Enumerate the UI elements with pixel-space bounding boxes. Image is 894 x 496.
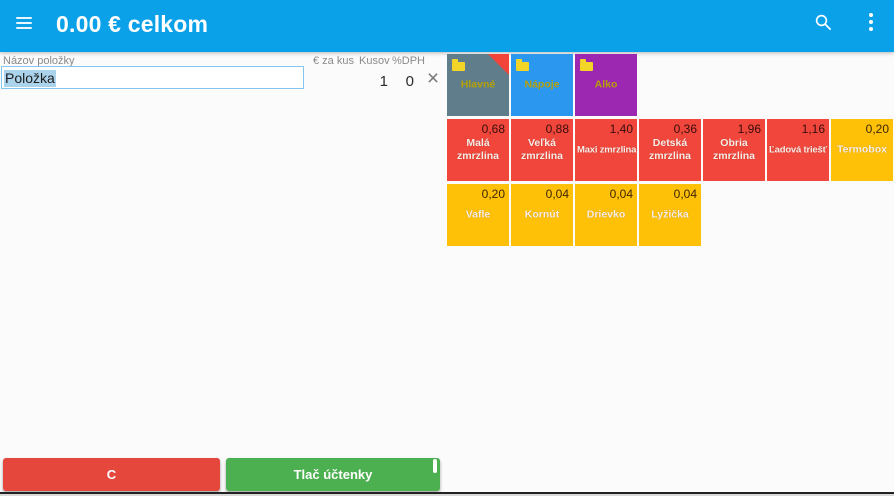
tile-label: Lyžička xyxy=(651,208,689,221)
price-per-unit-header: € za kus xyxy=(313,55,354,67)
app-bar: 0.00 € celkom xyxy=(0,0,894,52)
tile-price: 0,04 xyxy=(673,187,697,201)
tile-label: Kornút xyxy=(524,208,560,221)
tile-obria-zmrzlina[interactable]: 1,96 Obria zmrzlina xyxy=(703,119,765,181)
folder-icon xyxy=(580,59,593,71)
tile-label: Malá zmrzlina xyxy=(456,137,499,162)
search-icon[interactable] xyxy=(814,13,832,31)
tile-hlavne[interactable]: Hlavné xyxy=(447,54,509,116)
tile-detska-zmrzlina[interactable]: 0,36 Detská zmrzlina xyxy=(639,119,701,181)
tile-price: 0,20 xyxy=(481,187,505,201)
folder-icon xyxy=(452,59,465,71)
scrollbar-thumb[interactable] xyxy=(433,459,437,473)
tile-vafle[interactable]: 0,20 Vafle xyxy=(447,184,509,246)
tile-price: 0,36 xyxy=(673,122,697,136)
tile-price: 0,88 xyxy=(545,122,569,136)
tile-price: 1,40 xyxy=(609,122,633,136)
tile-price: 1,96 xyxy=(737,122,761,136)
tile-label: Detská zmrzlina xyxy=(648,137,691,162)
tile-label: Veľká zmrzlina xyxy=(520,137,563,162)
corner-triangle-icon xyxy=(488,54,509,75)
tile-lyzicka[interactable]: 0,04 Lyžička xyxy=(639,184,701,246)
tile-label: Nápoje xyxy=(524,78,560,91)
tile-price: 0,20 xyxy=(865,122,889,136)
vat-value[interactable]: 0 xyxy=(386,73,414,90)
tile-label: Obria zmrzlina xyxy=(712,137,755,162)
print-receipt-button[interactable]: Tlač účtenky xyxy=(226,458,440,491)
tile-label: Maxi zmrzlina xyxy=(577,144,637,156)
tile-label: Vafle xyxy=(465,208,491,221)
tile-napoje[interactable]: Nápoje xyxy=(511,54,573,116)
folder-icon xyxy=(516,59,529,71)
tile-velka-zmrzlina[interactable]: 0,88 Veľká zmrzlina xyxy=(511,119,573,181)
clear-button[interactable]: C xyxy=(3,458,220,491)
tile-label: Alko xyxy=(594,78,618,91)
tile-alko[interactable]: Alko xyxy=(575,54,637,116)
tile-price: 0,04 xyxy=(609,187,633,201)
overflow-menu-icon[interactable] xyxy=(869,13,873,34)
clear-item-icon[interactable]: × xyxy=(424,68,442,89)
tile-label: Drievko xyxy=(586,208,626,221)
tile-price: 1,16 xyxy=(801,122,825,136)
vat-header: %DPH xyxy=(392,55,426,67)
hamburger-menu-icon[interactable] xyxy=(16,17,32,32)
tile-mala-zmrzlina[interactable]: 0,68 Malá zmrzlina xyxy=(447,119,509,181)
tile-price: 0,04 xyxy=(545,187,569,201)
item-name-selected-text: Položka xyxy=(4,70,56,87)
total-amount-title: 0.00 € celkom xyxy=(56,11,209,37)
quantity-value[interactable]: 1 xyxy=(358,73,388,90)
tile-ladova-triest[interactable]: 1,16 Ľadová triešť xyxy=(767,119,829,181)
tile-label: Termobox xyxy=(837,143,887,156)
pos-app-screen: 0.00 € celkom Názov položky € za kus Kus… xyxy=(0,0,894,496)
tile-label: Ľadová triešť xyxy=(769,144,827,156)
tile-label: Hlavné xyxy=(460,78,496,91)
tile-kornut[interactable]: 0,04 Kornút xyxy=(511,184,573,246)
item-name-input[interactable]: Položka xyxy=(1,66,304,89)
tile-price: 0,68 xyxy=(481,122,505,136)
tile-maxi-zmrzlina[interactable]: 1,40 Maxi zmrzlina xyxy=(575,119,637,181)
tile-drievko[interactable]: 0,04 Drievko xyxy=(575,184,637,246)
tile-termobox[interactable]: 0,20 Termobox xyxy=(831,119,893,181)
quantity-header: Kusov xyxy=(359,55,390,67)
